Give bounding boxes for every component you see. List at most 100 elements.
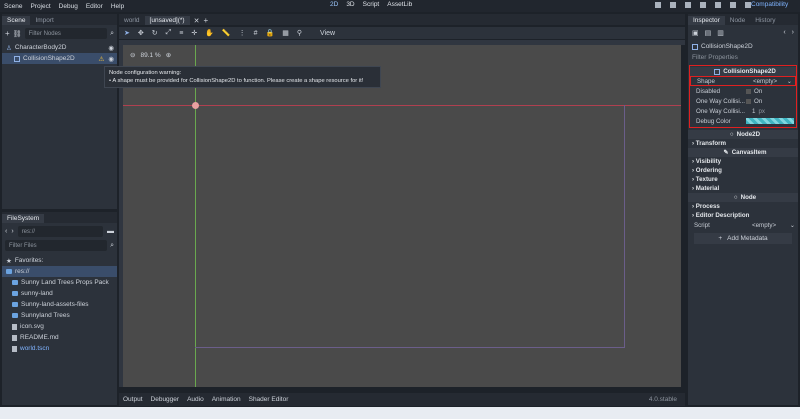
remote-icon[interactable] [700, 2, 706, 8]
menu-debug[interactable]: Debug [55, 3, 82, 10]
section-material[interactable]: › Material [688, 184, 798, 193]
ruler-tool-icon[interactable]: 📏 [222, 29, 231, 37]
filter-properties-input[interactable]: Filter Properties [688, 52, 798, 63]
disabled-checkbox[interactable] [746, 88, 751, 94]
debug-color-swatch[interactable] [746, 118, 794, 124]
tab-scene[interactable]: Scene [2, 16, 31, 25]
search-icon[interactable]: ⌕ [110, 242, 114, 250]
scene-tab-unsaved[interactable]: [unsaved](*) [144, 16, 190, 25]
tab-shader-editor[interactable]: Shader Editor [249, 396, 289, 403]
tree-item-collisionshape2d[interactable]: CollisionShape2D ⚠ ◉ [2, 53, 117, 64]
play-custom-icon[interactable] [730, 2, 736, 8]
fs-item[interactable]: icon.svg [2, 321, 117, 332]
menu-scene[interactable]: Scene [0, 3, 26, 10]
prev-icon[interactable]: ‹ [783, 29, 785, 37]
tab-import[interactable]: Import [30, 16, 58, 25]
visibility-eye-icon[interactable]: ◉ [108, 44, 114, 52]
visibility-eye-icon[interactable]: ◉ [108, 55, 114, 63]
list-tool-icon[interactable]: ≡ [179, 30, 183, 37]
viewport-boundary [195, 105, 625, 348]
save-icon[interactable]: ▥ [717, 29, 724, 37]
filter-files-input[interactable]: Filter Files [5, 240, 108, 251]
grid-icon[interactable]: # [254, 30, 258, 37]
one-way-checkbox[interactable] [746, 98, 751, 104]
load-icon[interactable]: ▤ [705, 29, 712, 37]
add-metadata-button[interactable]: + Add Metadata [694, 233, 792, 244]
zoom-out-icon[interactable]: ⊖ [130, 51, 135, 59]
add-tab-icon[interactable]: + [203, 16, 208, 25]
select-tool-icon[interactable]: ➤ [124, 29, 130, 37]
skeleton-icon[interactable]: ⚲ [297, 29, 302, 37]
tab-history[interactable]: History [750, 16, 780, 25]
tab-inspector[interactable]: Inspector [688, 16, 725, 25]
section-transform[interactable]: › Transform [688, 139, 798, 148]
section-process[interactable]: › Process [688, 202, 798, 211]
workspace-2d[interactable]: 2D [330, 1, 338, 8]
menu-project[interactable]: Project [26, 3, 54, 10]
fs-item[interactable]: Sunny-land-assets-files [2, 299, 117, 310]
chevron-down-icon[interactable]: ⌄ [787, 78, 792, 85]
path-field[interactable]: res:// [17, 226, 103, 237]
view-menu[interactable]: View [320, 30, 335, 37]
scale-tool-icon[interactable]: ⤢ [166, 29, 172, 37]
rotate-tool-icon[interactable]: ↻ [152, 29, 158, 37]
tab-debugger[interactable]: Debugger [151, 396, 180, 403]
inspected-object[interactable]: CollisionShape2D [688, 41, 798, 52]
play-scene-icon[interactable] [715, 2, 721, 8]
add-node-icon[interactable]: + [5, 29, 10, 38]
stop-icon[interactable] [685, 2, 691, 8]
origin-marker[interactable] [192, 102, 199, 109]
chevron-down-icon[interactable]: ⌄ [790, 222, 795, 229]
menu-editor[interactable]: Editor [82, 3, 107, 10]
renderer-selector[interactable]: Compatibility [751, 1, 788, 8]
tab-filesystem[interactable]: FileSystem [2, 214, 45, 223]
search-icon[interactable]: ⌕ [110, 30, 114, 38]
margin-input[interactable]: 1 [752, 108, 755, 115]
shape-dropdown[interactable]: <empty> [753, 78, 777, 85]
menu-help[interactable]: Help [107, 3, 128, 10]
workspace-script[interactable]: Script [363, 1, 380, 8]
zoom-in-icon[interactable]: ⊕ [166, 51, 171, 59]
filter-nodes-input[interactable]: Filter Nodes [24, 28, 108, 39]
workspace-3d[interactable]: 3D [346, 1, 354, 8]
filesystem-tabbar: FileSystem [2, 212, 117, 223]
tab-audio[interactable]: Audio [187, 396, 204, 403]
section-editor-description[interactable]: › Editor Description [688, 211, 798, 220]
2d-viewport[interactable] [123, 45, 681, 387]
workspace-assetlib[interactable]: AssetLib [387, 1, 412, 8]
tab-output[interactable]: Output [123, 396, 143, 403]
forward-icon[interactable]: › [11, 228, 13, 235]
move-tool-icon[interactable]: ✥ [138, 29, 144, 37]
tree-item-label: CharacterBody2D [14, 44, 67, 51]
layout-icon[interactable]: ▬ [107, 228, 114, 235]
warning-icon[interactable]: ⚠ [99, 55, 105, 63]
pause-icon[interactable] [670, 2, 676, 8]
link-icon[interactable]: ⛓ [13, 30, 22, 38]
play-icon[interactable] [655, 2, 661, 8]
new-resource-icon[interactable]: ▣ [692, 29, 699, 37]
pan-tool-icon[interactable]: ✋ [205, 29, 214, 37]
tab-animation[interactable]: Animation [212, 396, 241, 403]
fs-item-res[interactable]: res:// [2, 266, 117, 277]
back-icon[interactable]: ‹ [5, 228, 7, 235]
fs-item[interactable]: Sunnyland Trees [2, 310, 117, 321]
lock-icon[interactable]: 🔒 [266, 29, 275, 37]
section-texture[interactable]: › Texture [688, 175, 798, 184]
canvasitem-label: CanvasItem [731, 149, 767, 156]
next-icon[interactable]: › [792, 29, 794, 37]
tree-item-characterbody2d[interactable]: ♙ CharacterBody2D ◉ [2, 42, 117, 53]
scene-tab-world[interactable]: world [119, 16, 145, 25]
tab-node[interactable]: Node [725, 16, 751, 25]
zoom-level[interactable]: 89.1 % [140, 52, 160, 59]
group-icon[interactable]: ▦ [282, 29, 289, 37]
pivot-tool-icon[interactable]: ✛ [191, 29, 197, 37]
fs-item[interactable]: sunny-land [2, 288, 117, 299]
script-dropdown[interactable]: <empty> [752, 222, 776, 229]
snap-icon[interactable]: ⋮ [239, 29, 246, 37]
section-visibility[interactable]: › Visibility [688, 157, 798, 166]
close-tab-icon[interactable]: ✕ [194, 17, 200, 25]
fs-item[interactable]: world.tscn [2, 343, 117, 354]
section-ordering[interactable]: › Ordering [688, 166, 798, 175]
fs-item[interactable]: README.md [2, 332, 117, 343]
fs-item[interactable]: Sunny Land Trees Props Pack [2, 277, 117, 288]
